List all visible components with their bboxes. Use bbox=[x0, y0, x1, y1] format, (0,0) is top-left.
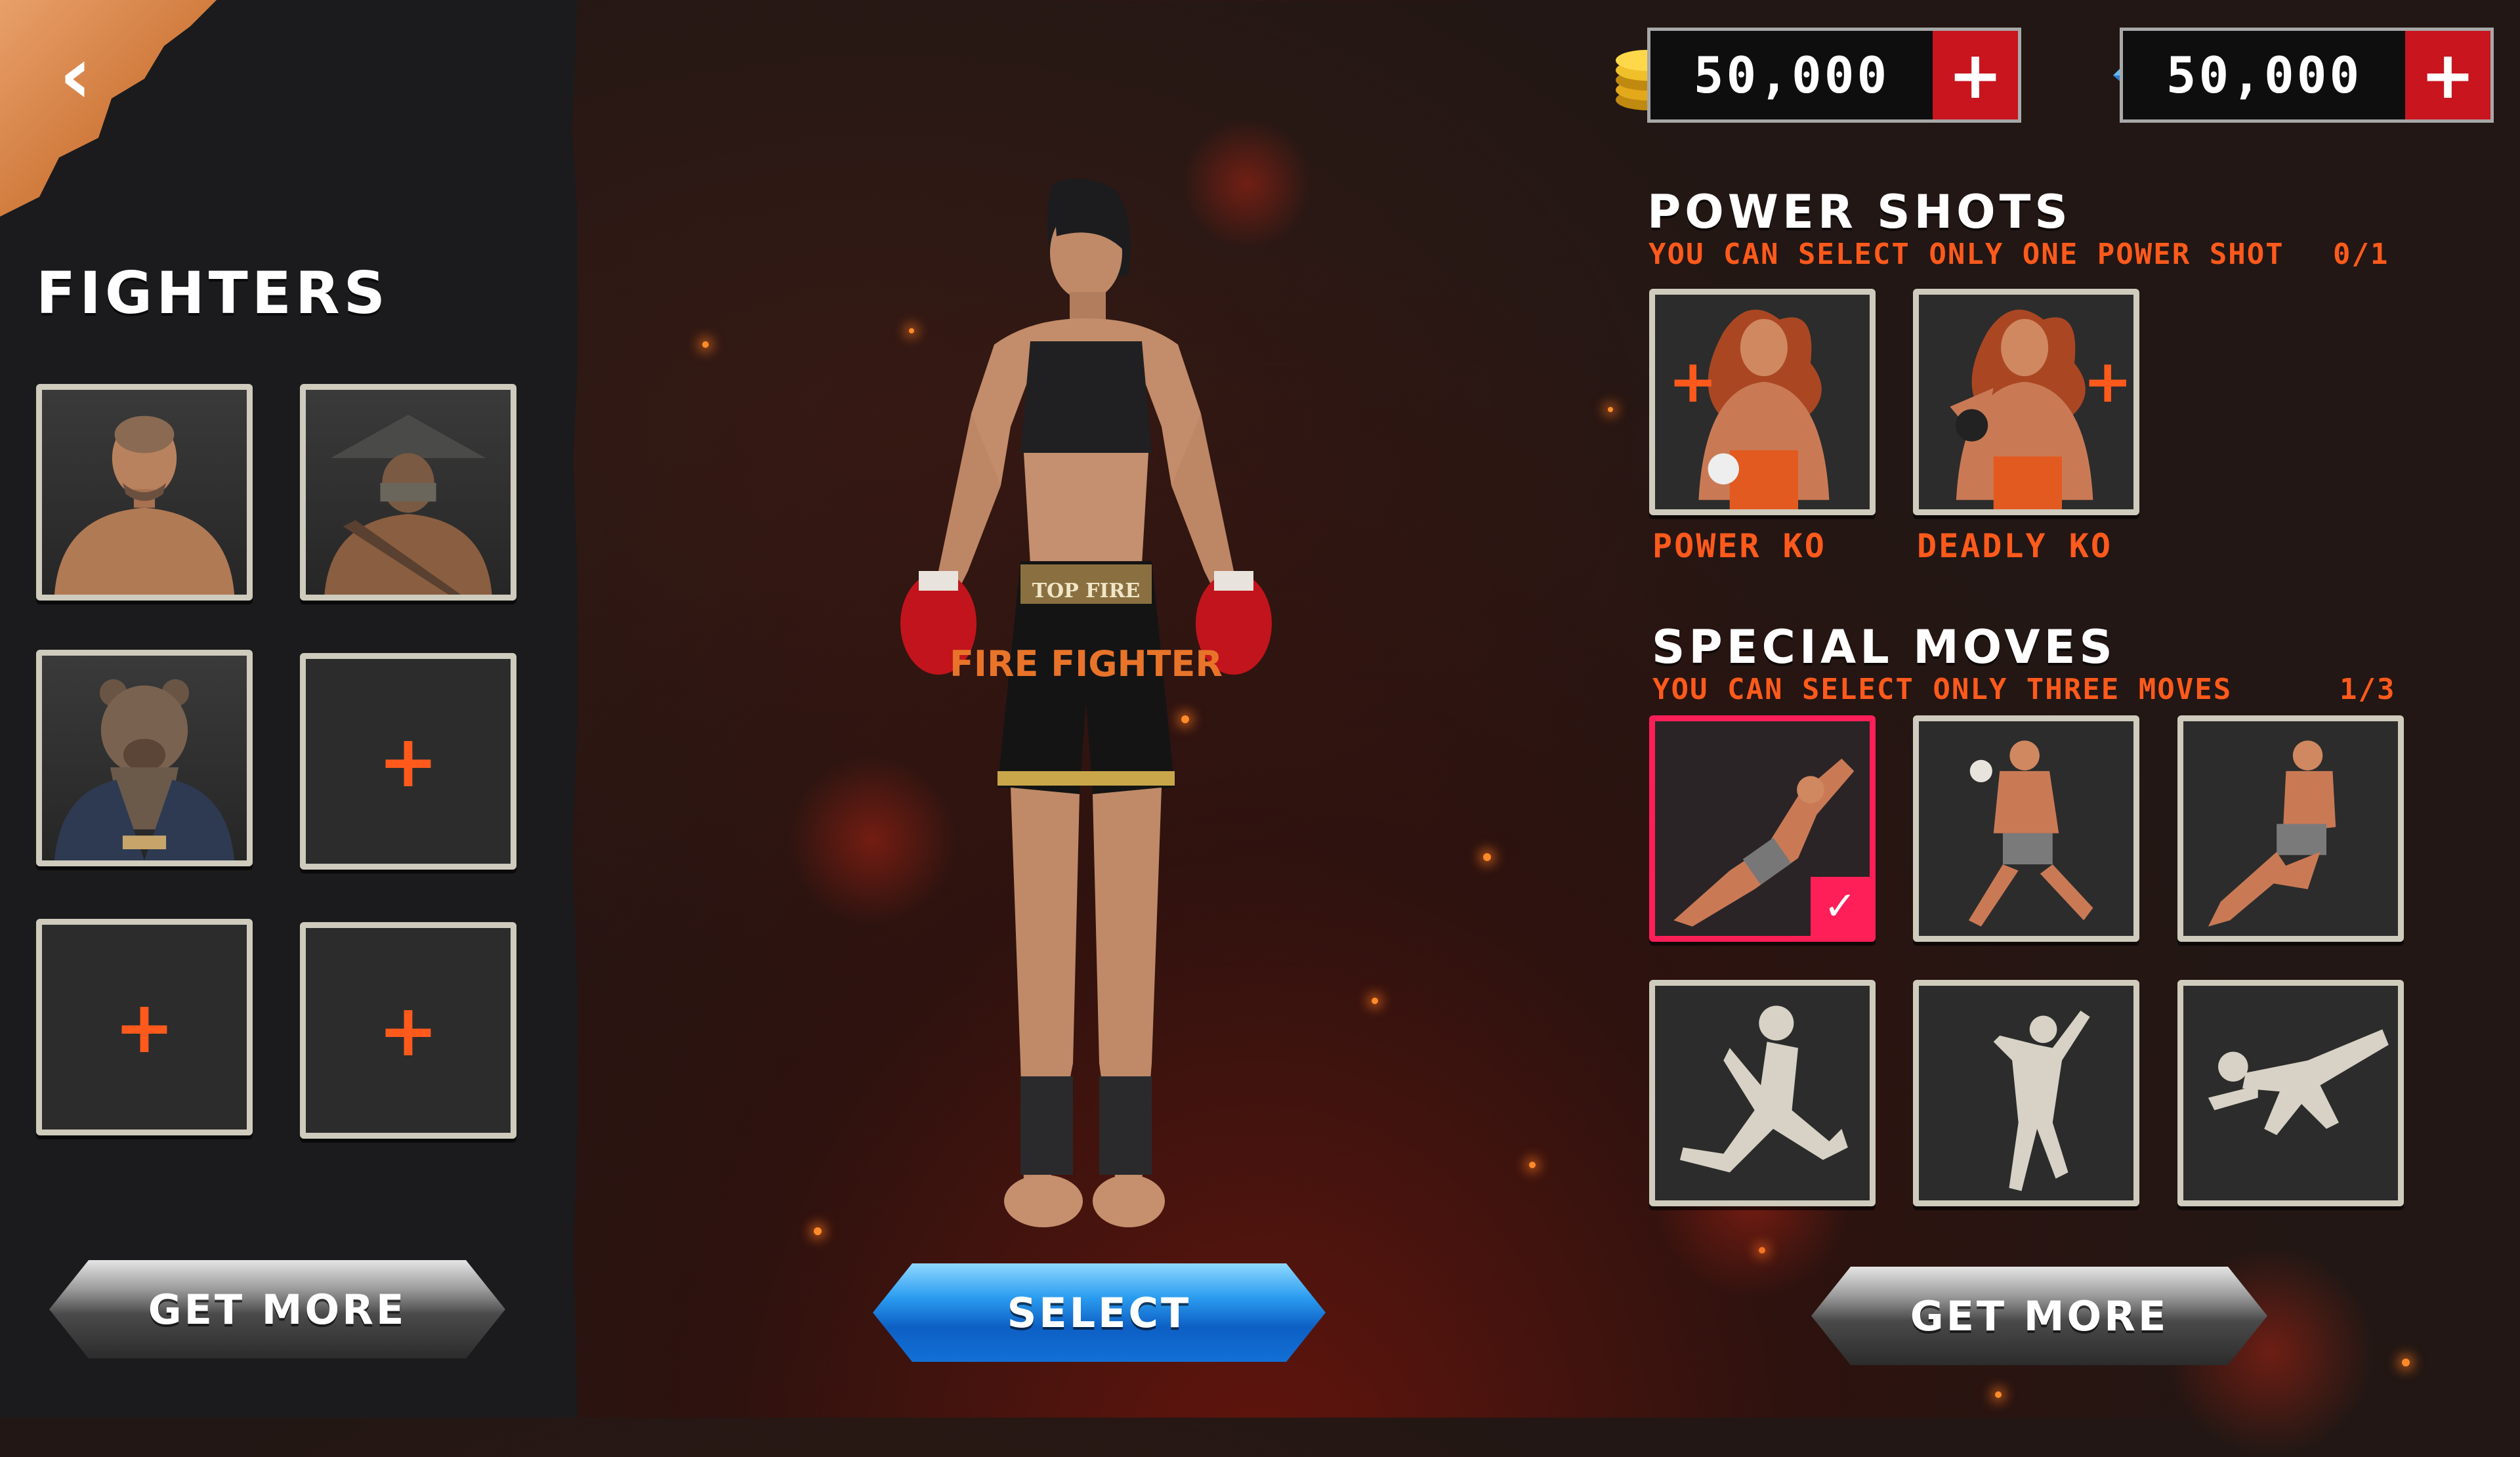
select-fighter-button[interactable]: SELECT bbox=[873, 1263, 1326, 1362]
get-more-moves-button[interactable]: GET MORE bbox=[1811, 1267, 2267, 1365]
ember-particle bbox=[1608, 407, 1613, 412]
locked-silhouette-move-1-icon bbox=[1679, 1005, 1848, 1173]
fighter-slot-1[interactable] bbox=[36, 384, 253, 601]
special-moves-count: 1/3 bbox=[2340, 673, 2396, 706]
locked-silhouette-move-3-icon bbox=[2208, 1029, 2389, 1135]
gems-amount: 50,000 bbox=[2166, 46, 2362, 104]
ember-particle bbox=[1529, 1162, 1536, 1168]
fighter-slot-3[interactable] bbox=[36, 650, 253, 866]
ember-particle bbox=[1995, 1391, 2002, 1398]
fighters-title: FIGHTERS bbox=[36, 259, 390, 327]
locked-silhouette-move-2-icon bbox=[1993, 1010, 2090, 1191]
special-move-slot-4[interactable] bbox=[1649, 980, 1876, 1206]
special-moves-title: SPECIAL MOVES bbox=[1652, 620, 2116, 674]
check-icon: ✓ bbox=[1811, 877, 1870, 936]
straw-hat-fighter-portrait bbox=[324, 414, 492, 595]
gems-counter: 50,000 + bbox=[2120, 28, 2494, 123]
special-move-slot-6[interactable] bbox=[2177, 980, 2404, 1206]
add-fighter-icon: + bbox=[114, 985, 175, 1069]
guard-stance-move-icon bbox=[1968, 740, 2093, 927]
get-more-label: GET MORE bbox=[1910, 1292, 2169, 1340]
empty-fighter-slot[interactable]: + bbox=[300, 653, 516, 870]
deadly-ko-label: DEADLY KO bbox=[1917, 527, 2112, 565]
bear-mask-fighter-portrait bbox=[54, 679, 235, 860]
power-shot-power-ko[interactable]: + bbox=[1649, 289, 1876, 515]
ember-particle bbox=[814, 1227, 822, 1235]
empty-fighter-slot[interactable]: + bbox=[36, 919, 253, 1135]
add-fighter-icon: + bbox=[377, 719, 439, 803]
get-more-fighters-button[interactable]: GET MORE bbox=[49, 1260, 505, 1359]
bald-fighter-portrait bbox=[54, 415, 235, 595]
special-move-slot-2[interactable] bbox=[1913, 715, 2139, 942]
special-move-slot-3[interactable] bbox=[2177, 715, 2404, 942]
get-more-label: GET MORE bbox=[148, 1285, 407, 1334]
add-gems-button[interactable]: + bbox=[2405, 31, 2490, 119]
shorts-main-text: FIRE FIGHTER bbox=[950, 643, 1223, 685]
ember-particle bbox=[1372, 998, 1378, 1004]
ember-particle bbox=[2402, 1359, 2410, 1366]
chevron-left-icon: ‹ bbox=[59, 30, 92, 121]
power-ko-plus-icon: + bbox=[1668, 347, 1718, 416]
back-button[interactable]: ‹ bbox=[26, 26, 125, 125]
special-move-slot-1[interactable]: ✓ bbox=[1649, 715, 1876, 942]
special-move-slot-5[interactable] bbox=[1913, 980, 2139, 1206]
special-moves-subtitle: YOU CAN SELECT ONLY THREE MOVES bbox=[1652, 673, 2233, 706]
jump-knee-move-icon bbox=[2208, 740, 2336, 927]
ember-particle bbox=[1483, 853, 1491, 861]
select-label: SELECT bbox=[1007, 1288, 1192, 1337]
coins-amount: 50,000 bbox=[1693, 46, 1890, 104]
power-shot-deadly-ko[interactable]: + bbox=[1913, 289, 2139, 515]
power-shots-title: POWER SHOTS bbox=[1647, 185, 2072, 239]
fighter-slot-2[interactable] bbox=[300, 384, 516, 601]
deadly-ko-plus-icon: + bbox=[2083, 347, 2133, 416]
coins-counter: 50,000 + bbox=[1647, 28, 2021, 123]
power-ko-label: POWER KO bbox=[1652, 527, 1826, 565]
power-shots-subtitle: YOU CAN SELECT ONLY ONE POWER SHOT bbox=[1648, 238, 2284, 271]
empty-fighter-slot[interactable]: + bbox=[300, 922, 516, 1139]
shorts-brand-text: TOP FIRE bbox=[1032, 580, 1141, 602]
add-fighter-icon: + bbox=[377, 988, 439, 1072]
ember-particle bbox=[702, 341, 709, 348]
add-coins-button[interactable]: + bbox=[1933, 31, 2018, 119]
power-shots-count: 0/1 bbox=[2333, 238, 2389, 271]
selected-fighter-model: TOP FIRE FIRE FIGHTER bbox=[900, 179, 1272, 1227]
